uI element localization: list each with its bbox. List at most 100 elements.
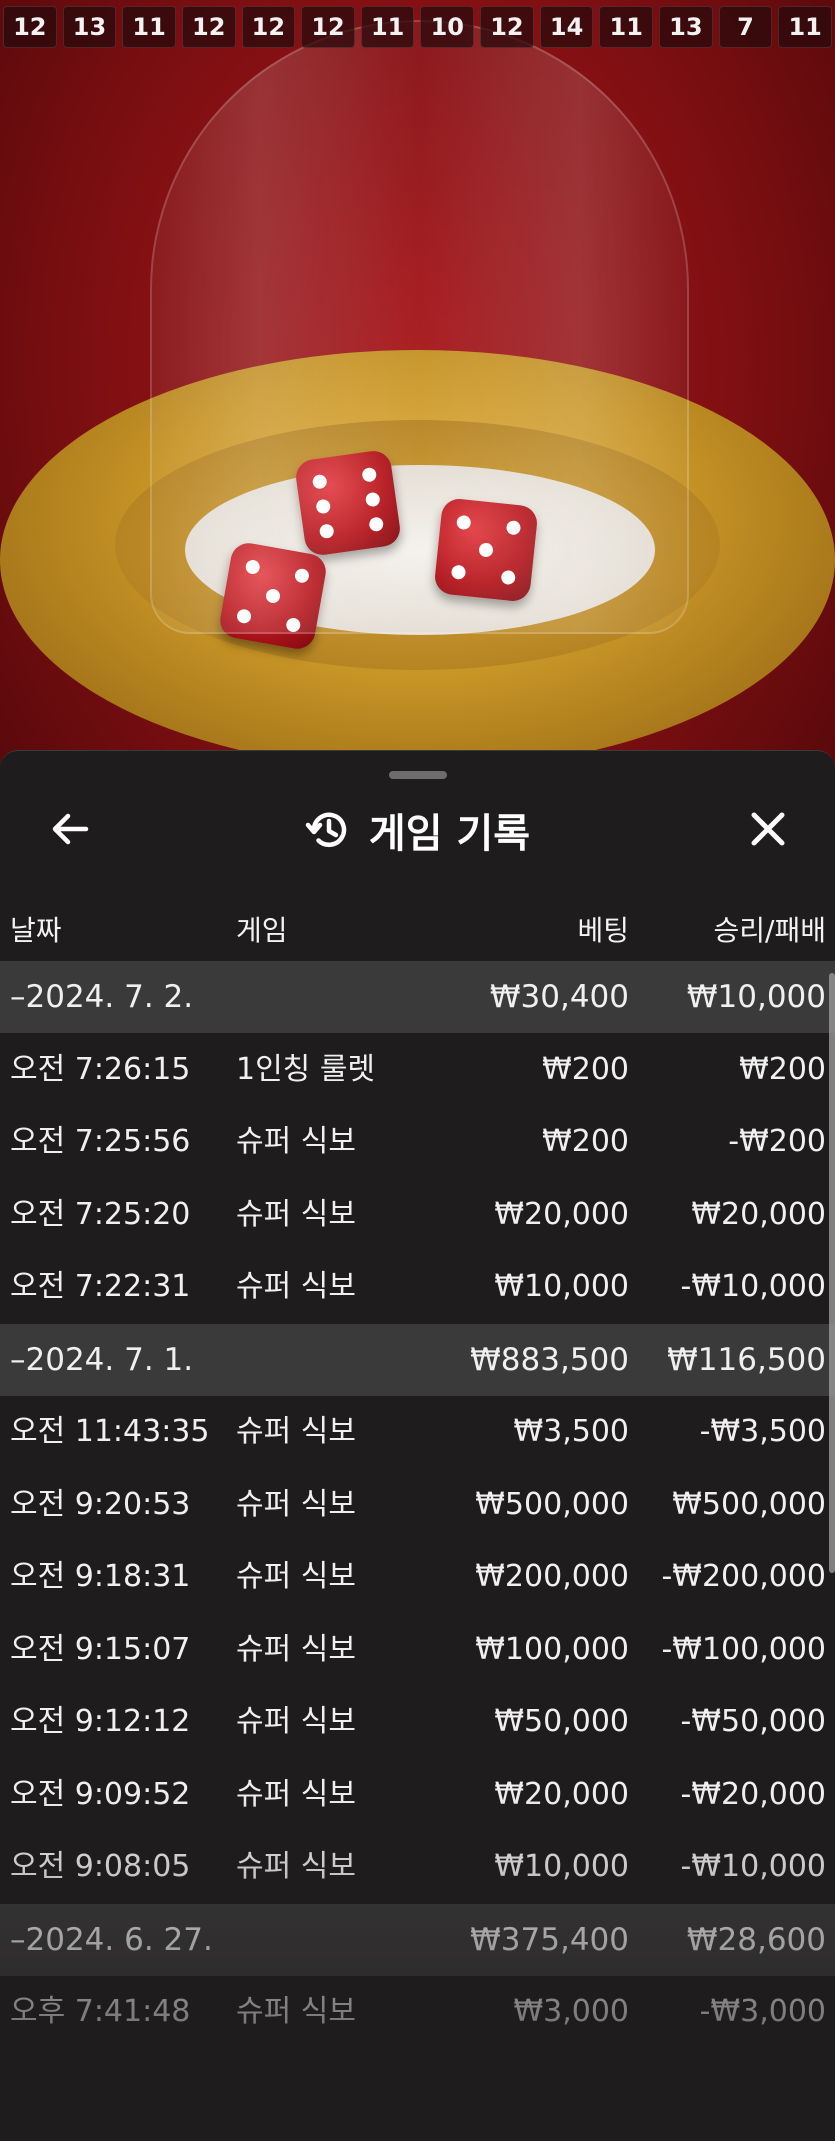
history-row[interactable]: 오전 7:25:20 슈퍼 식보 ₩20,000 ₩20,000 (0, 1179, 835, 1251)
row-win-loss: -₩20,000 (680, 1776, 826, 1812)
row-time: 오전 7:22:31 (10, 1269, 191, 1304)
history-row[interactable]: 오전 7:22:31 슈퍼 식보 ₩10,000 -₩10,000 (0, 1251, 835, 1323)
row-bet: ₩3,000 (513, 1994, 629, 2029)
row-time: 오전 9:12:12 (10, 1704, 191, 1739)
date-total-bet: ₩883,500 (470, 1341, 629, 1378)
history-row[interactable]: 오전 9:18:31 슈퍼 식보 ₩200,000 -₩200,000 (0, 1541, 835, 1613)
row-time: 오전 9:08:05 (10, 1849, 191, 1884)
date-group-row[interactable]: –2024. 7. 1. ₩883,500 ₩116,500 (0, 1323, 835, 1396)
history-result-cell: 11 (778, 6, 832, 48)
history-row[interactable]: 오전 9:12:12 슈퍼 식보 ₩50,000 -₩50,000 (0, 1686, 835, 1758)
close-button[interactable] (742, 803, 794, 855)
history-result-cell: 13 (62, 6, 117, 48)
history-result-cell: 7 (718, 6, 773, 48)
row-win-loss: -₩3,500 (699, 1414, 826, 1449)
result-history-strip: 12 13 11 12 12 12 11 10 12 14 11 13 7 11 (0, 0, 835, 52)
row-win-loss: ₩20,000 (691, 1196, 826, 1232)
history-result-cell: 11 (122, 6, 176, 48)
date-label: –2024. 7. 2. (10, 979, 194, 1015)
history-result-cell: 12 (3, 6, 57, 48)
table-header: 날짜 게임 베팅 승리/패배 (0, 901, 835, 951)
date-group-row[interactable]: –2024. 6. 27. ₩375,400 ₩28,600 (0, 1903, 835, 1976)
history-result-cell: 12 (181, 6, 236, 48)
row-win-loss: -₩200,000 (661, 1559, 826, 1594)
close-x-icon (751, 812, 785, 846)
row-game: 슈퍼 식보 (236, 1631, 356, 1667)
row-time: 오전 9:20:53 (10, 1486, 191, 1522)
row-time: 오전 9:18:31 (10, 1559, 191, 1594)
history-row[interactable]: 오전 9:09:52 슈퍼 식보 ₩20,000 -₩20,000 (0, 1759, 835, 1831)
row-game: 슈퍼 식보 (236, 1559, 356, 1594)
row-win-loss: -₩3,000 (699, 1994, 826, 2029)
row-bet: ₩200 (542, 1124, 629, 1159)
row-time: 오전 7:25:20 (10, 1196, 191, 1232)
history-result-cell: 11 (599, 6, 654, 48)
history-row[interactable]: 오전 9:15:07 슈퍼 식보 ₩100,000 -₩100,000 (0, 1614, 835, 1686)
col-header-win-loss: 승리/패배 (713, 914, 826, 947)
row-bet: ₩20,000 (494, 1776, 629, 1812)
date-total-bet: ₩30,400 (489, 979, 629, 1015)
row-game: 1인칭 룰렛 (236, 1051, 376, 1087)
row-win-loss: ₩500,000 (672, 1486, 826, 1522)
row-bet: ₩500,000 (475, 1486, 629, 1522)
row-game: 슈퍼 식보 (236, 1124, 356, 1159)
date-label: –2024. 6. 27. (10, 1921, 213, 1958)
date-total-win-loss: ₩28,600 (686, 1921, 826, 1958)
row-bet: ₩3,500 (513, 1414, 629, 1449)
row-bet: ₩10,000 (494, 1269, 629, 1304)
date-total-win-loss: ₩10,000 (686, 979, 826, 1015)
row-win-loss: ₩200 (739, 1051, 826, 1087)
history-result-cell: 12 (241, 6, 296, 48)
row-win-loss: -₩10,000 (680, 1849, 826, 1884)
history-row[interactable]: 오전 9:08:05 슈퍼 식보 ₩10,000 -₩10,000 (0, 1831, 835, 1903)
history-result-cell: 12 (480, 6, 534, 48)
row-bet: ₩20,000 (494, 1196, 629, 1232)
row-bet: ₩10,000 (494, 1849, 629, 1884)
date-label: –2024. 7. 1. (10, 1341, 194, 1378)
game-history-sheet: 게임 기록 날짜 게임 베팅 승리/패배 –2024. 7. 2. ₩30,400… (0, 750, 835, 2141)
row-bet: ₩50,000 (494, 1704, 629, 1739)
date-group-row[interactable]: –2024. 7. 2. ₩30,400 ₩10,000 (0, 961, 835, 1033)
history-row[interactable]: 오전 7:25:56 슈퍼 식보 ₩200 -₩200 (0, 1106, 835, 1178)
history-clock-icon (305, 812, 347, 847)
row-game: 슈퍼 식보 (236, 1994, 356, 2029)
history-result-cell: 14 (539, 6, 594, 48)
row-time: 오후 7:41:48 (10, 1994, 191, 2029)
row-bet: ₩100,000 (475, 1631, 629, 1667)
col-header-date: 날짜 (10, 914, 62, 947)
row-win-loss: -₩10,000 (680, 1269, 826, 1304)
row-game: 슈퍼 식보 (236, 1414, 356, 1449)
row-win-loss: -₩50,000 (680, 1704, 826, 1739)
history-result-cell: 10 (420, 6, 475, 48)
row-game: 슈퍼 식보 (236, 1849, 356, 1884)
row-game: 슈퍼 식보 (236, 1704, 356, 1739)
glass-dome (150, 20, 689, 634)
row-time: 오전 11:43:35 (10, 1414, 210, 1449)
row-bet: ₩200,000 (475, 1559, 629, 1594)
row-game: 슈퍼 식보 (236, 1196, 356, 1232)
sheet-drag-handle[interactable] (389, 771, 447, 779)
row-time: 오전 9:09:52 (10, 1776, 191, 1812)
row-time: 오전 9:15:07 (10, 1631, 191, 1667)
row-win-loss: -₩200 (728, 1124, 826, 1159)
date-total-win-loss: ₩116,500 (667, 1341, 826, 1378)
row-win-loss: -₩100,000 (661, 1631, 826, 1667)
sheet-title: 게임 기록 (368, 811, 531, 857)
date-total-bet: ₩375,400 (470, 1921, 629, 1958)
history-result-cell: 13 (659, 6, 713, 48)
history-row[interactable]: 오전 9:20:53 슈퍼 식보 ₩500,000 ₩500,000 (0, 1469, 835, 1541)
history-row[interactable]: 오후 7:41:48 슈퍼 식보 ₩3,000 -₩3,000 (0, 1976, 835, 2048)
scrollbar[interactable] (829, 973, 835, 1573)
col-header-bet: 베팅 (577, 914, 629, 947)
history-result-cell: 12 (301, 6, 355, 48)
row-bet: ₩200 (542, 1051, 629, 1087)
row-game: 슈퍼 식보 (236, 1486, 356, 1522)
row-time: 오전 7:26:15 (10, 1051, 191, 1087)
history-row[interactable]: 오전 7:26:15 1인칭 룰렛 ₩200 ₩200 (0, 1034, 835, 1106)
history-result-cell: 11 (360, 6, 415, 48)
history-row[interactable]: 오전 11:43:35 슈퍼 식보 ₩3,500 -₩3,500 (0, 1396, 835, 1468)
row-game: 슈퍼 식보 (236, 1269, 356, 1304)
row-time: 오전 7:25:56 (10, 1124, 191, 1159)
col-header-game: 게임 (236, 914, 288, 947)
sheet-title-bar: 게임 기록 (0, 801, 835, 859)
